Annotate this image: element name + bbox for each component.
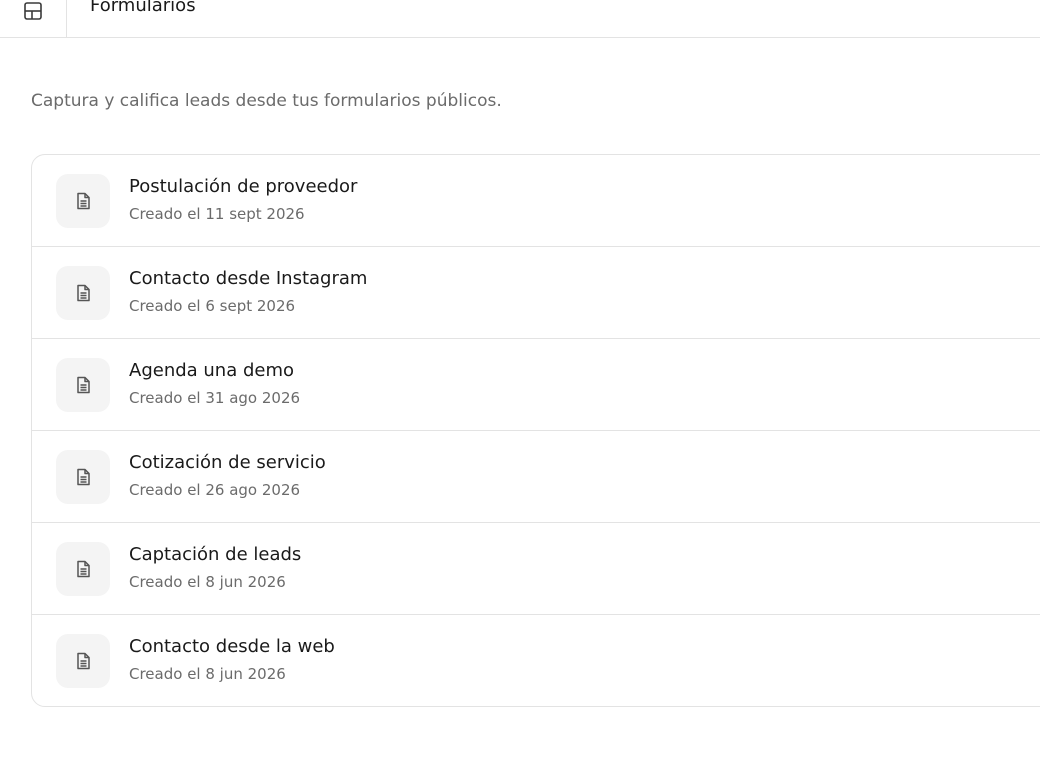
form-name: Contacto desde la web — [129, 636, 335, 657]
document-icon — [56, 450, 110, 504]
form-item[interactable]: Contacto desde Instagram Creado el 6 sep… — [32, 247, 1040, 339]
form-name: Agenda una demo — [129, 360, 295, 381]
form-item[interactable]: Cotización de servicio Creado el 26 ago … — [32, 431, 1040, 523]
form-created-date: Creado el 8 jun 2026 — [129, 665, 286, 683]
document-icon — [56, 266, 110, 320]
form-name: Postulación de proveedor — [129, 176, 358, 197]
form-item[interactable]: Agenda una demo Creado el 31 ago 2026 — [32, 339, 1040, 431]
form-created-date: Creado el 11 sept 2026 — [129, 205, 305, 223]
form-item[interactable]: Postulación de proveedor Creado el 11 se… — [32, 155, 1040, 247]
forms-list: Postulación de proveedor Creado el 11 se… — [31, 154, 1040, 707]
document-icon — [56, 542, 110, 596]
page-title: Formularios — [90, 0, 196, 16]
form-created-date: Creado el 26 ago 2026 — [129, 481, 301, 499]
form-name: Contacto desde Instagram — [129, 268, 368, 289]
form-name: Captación de leads — [129, 544, 302, 565]
form-name: Cotización de servicio — [129, 452, 326, 473]
top-bar: Formularios — [0, 0, 1040, 38]
form-item[interactable]: Captación de leads Creado el 8 jun 2026 — [32, 523, 1040, 615]
document-icon — [56, 358, 110, 412]
form-item[interactable]: Contacto desde la web Creado el 8 jun 20… — [32, 615, 1040, 706]
form-created-date: Creado el 6 sept 2026 — [129, 297, 296, 315]
document-icon — [56, 174, 110, 228]
topbar-divider — [66, 0, 67, 38]
form-created-date: Creado el 8 jun 2026 — [129, 573, 286, 591]
sidebar-panel-icon[interactable] — [18, 0, 48, 26]
document-icon — [56, 634, 110, 688]
page-description: Captura y califica leads desde tus formu… — [31, 91, 502, 111]
form-created-date: Creado el 31 ago 2026 — [129, 389, 301, 407]
